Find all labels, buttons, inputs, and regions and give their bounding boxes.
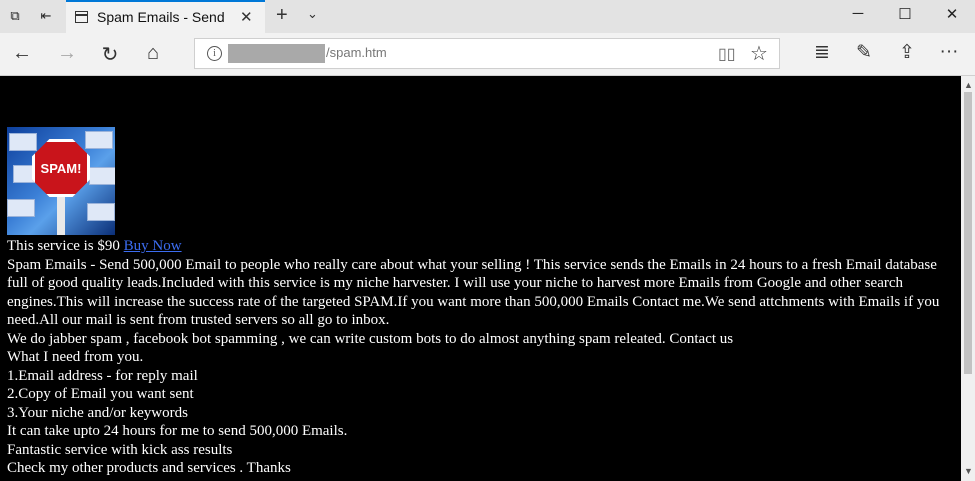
page-content: SPAM! This service is $90 Buy Now Spam E… <box>0 76 961 481</box>
tab-actions-icon[interactable]: ⧉ <box>7 8 23 24</box>
spam-sign-image: SPAM! <box>7 127 115 235</box>
forward-icon[interactable]: → <box>55 42 79 65</box>
new-tab-icon[interactable]: + <box>276 4 288 27</box>
title-bar: ⧉ ⇤ Spam Emails - Send 500 ✕ + ⌄ ─ ☐ ✕ <box>0 0 975 33</box>
page-favicon-icon <box>75 11 88 23</box>
tab-title: Spam Emails - Send 500 <box>97 9 228 25</box>
scrollbar-thumb[interactable] <box>964 92 972 374</box>
requirement-item: 2.Copy of Email you want sent <box>7 386 194 402</box>
site-info-icon[interactable]: i <box>207 46 222 61</box>
home-icon[interactable]: ⌂ <box>141 42 165 65</box>
spam-sign-label: SPAM! <box>32 139 90 197</box>
maximize-icon[interactable]: ☐ <box>895 5 915 23</box>
tagline: Fantastic service with kick ass results <box>7 441 233 458</box>
share-icon[interactable]: ⇪ <box>895 41 919 64</box>
timing-line: It can take upto 24 hours for me to send… <box>7 423 348 439</box>
web-notes-icon[interactable]: ✎ <box>852 41 876 64</box>
minimize-icon[interactable]: ─ <box>848 5 868 22</box>
back-icon[interactable]: ← <box>10 42 34 65</box>
refresh-icon[interactable]: ↻ <box>98 42 122 67</box>
redacted-domain <box>228 44 325 63</box>
tab-preview-chevron-icon[interactable]: ⌄ <box>307 6 318 22</box>
closing-line: Check my other products and services . T… <box>7 460 291 476</box>
address-bar[interactable]: i /spam.htm ▯▯ ☆ <box>194 38 780 69</box>
close-window-icon[interactable]: ✕ <box>942 5 962 23</box>
scroll-down-icon[interactable]: ▼ <box>964 466 973 476</box>
requirement-item: 1.Email address - for reply mail <box>7 367 198 384</box>
more-icon[interactable]: ··· <box>937 41 961 63</box>
scroll-up-icon[interactable]: ▲ <box>964 80 973 90</box>
price-text: This service is $90 <box>7 238 120 254</box>
vertical-scrollbar[interactable]: ▲ ▼ <box>961 76 975 481</box>
page-text: This service is $90 Buy Now Spam Emails … <box>7 237 957 478</box>
active-tab[interactable]: Spam Emails - Send 500 ✕ <box>66 0 265 33</box>
favorite-star-icon[interactable]: ☆ <box>750 41 768 66</box>
description-paragraph: Spam Emails - Send 500,000 Email to peop… <box>7 256 940 329</box>
buy-now-link[interactable]: Buy Now <box>124 238 182 254</box>
requirement-item: 3.Your niche and/or keywords <box>7 404 188 421</box>
reading-view-icon[interactable]: ▯▯ <box>718 44 736 64</box>
set-aside-tabs-icon[interactable]: ⇤ <box>38 8 54 24</box>
url-path[interactable]: /spam.htm <box>326 45 387 60</box>
services-line: We do jabber spam , facebook bot spammin… <box>7 330 734 347</box>
favorites-hub-icon[interactable]: ≣ <box>810 41 834 64</box>
price-line: This service is $90 Buy Now <box>7 237 957 256</box>
close-tab-icon[interactable]: ✕ <box>240 8 253 26</box>
requirements-heading: What I need from you. <box>7 349 144 365</box>
navigation-bar: ← → ↻ ⌂ i /spam.htm ▯▯ ☆ ≣ ✎ ⇪ ··· <box>0 33 975 76</box>
